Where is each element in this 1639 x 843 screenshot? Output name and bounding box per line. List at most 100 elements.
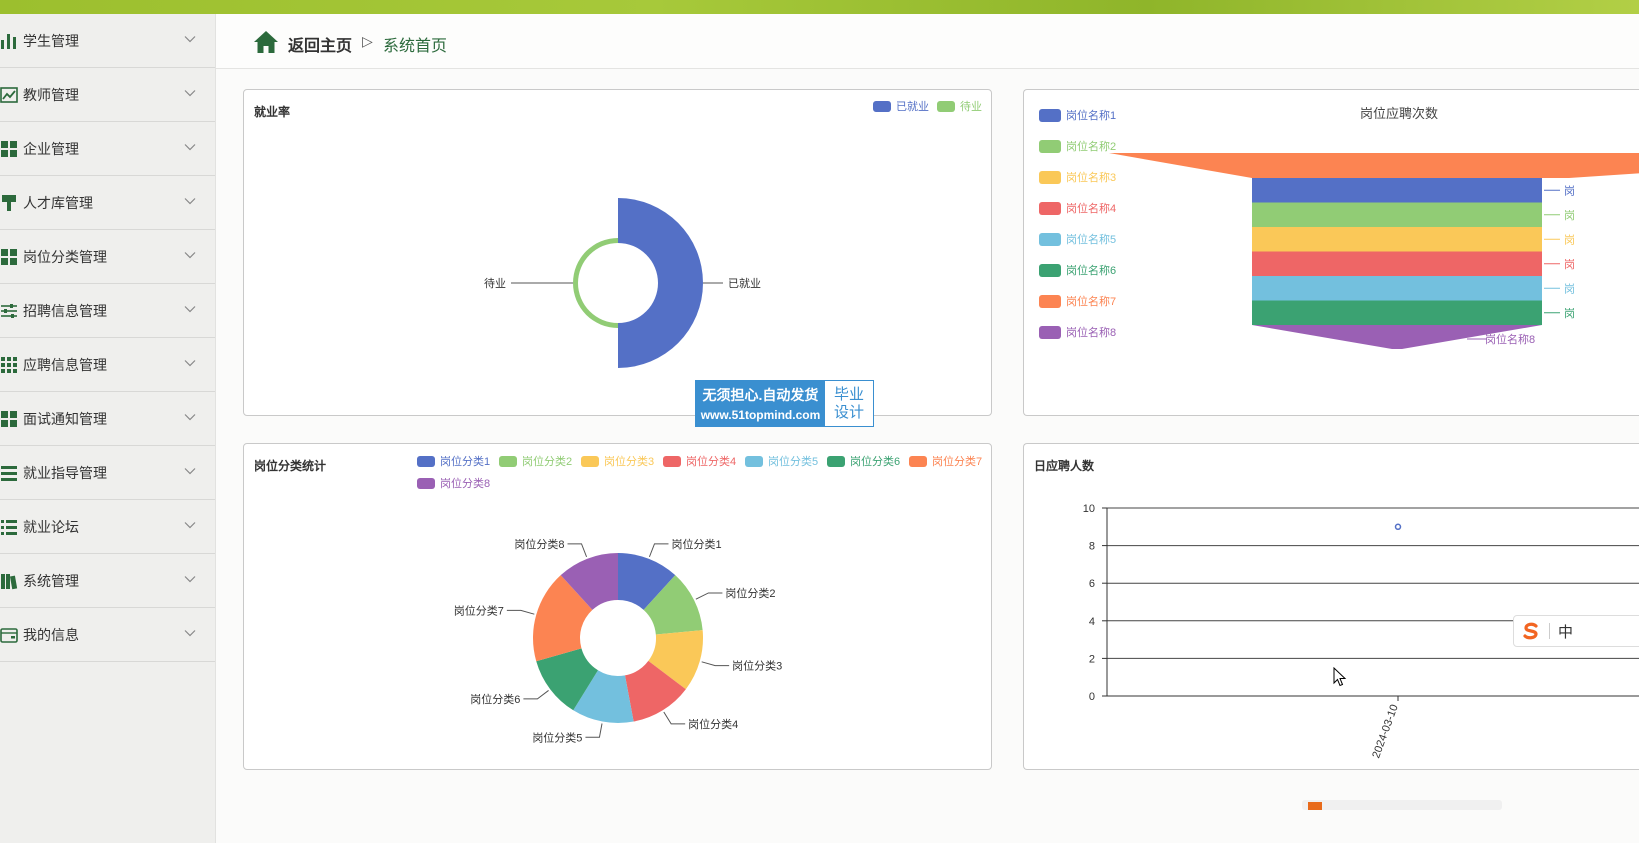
donut-label-1: 岗位分类2 [725,586,775,600]
chevron-down-icon[interactable] [183,626,197,640]
funnel-segment-5[interactable] [1252,300,1542,326]
daily-scatter-chart: 0 2 4 6 8 10 2024-03-10 [1083,503,1639,760]
funnel-segment-4[interactable] [1252,276,1542,301]
label-leader-line [648,543,669,558]
rose-label-1: 待业 [484,276,506,290]
sidebar-item-11[interactable]: 我的信息 [0,608,215,662]
sidebar-item-5[interactable]: 招聘信息管理 [0,284,215,338]
grid-icon [1,248,17,265]
donut-label-4: 岗位分类5 [532,730,582,744]
x-tick-label: 2024-03-10 [1370,703,1401,760]
top-banner [0,0,1639,14]
ime-toolbar[interactable]: 中 [1513,615,1639,647]
sidebar-item-1[interactable]: 教师管理 [0,68,215,122]
sidebar-item-4[interactable]: 岗位分类管理 [0,230,215,284]
chevron-down-icon[interactable] [183,194,197,208]
funnel-label-1: 岗 [1564,209,1575,222]
bottom-partial-bar [1302,800,1502,810]
rose-segment-1[interactable] [573,238,618,328]
watermark-badge: 无须担心.自动发货 www.51topmind.com 毕业 设计 [695,380,874,427]
y-tick-label: 4 [1089,616,1095,628]
apps-icon [1,356,17,373]
scatter-point-0[interactable] [1394,523,1402,531]
donut-label-5: 岗位分类6 [470,692,520,706]
chevron-down-icon[interactable] [183,356,197,370]
funnel-segment-6[interactable] [1109,153,1639,178]
grid-icon [1,410,17,427]
funnel-segment-3[interactable] [1252,251,1542,277]
watermark-line2: www.51topmind.com [700,408,821,422]
label-leader-line [523,690,549,700]
chevron-down-icon[interactable] [183,572,197,586]
funnel-label-4: 岗 [1564,282,1575,295]
label-leader-line [506,609,535,615]
funnel-segment-1[interactable] [1252,202,1542,228]
sidebar-item-3[interactable]: 人才库管理 [0,176,215,230]
donut-label-0: 岗位分类1 [671,537,721,551]
watermark-left: 无须担心.自动发货 www.51topmind.com [696,381,825,426]
sidebar-item-label: 应聘信息管理 [23,356,107,373]
chevron-down-icon[interactable] [183,140,197,154]
sidebar-item-8[interactable]: 就业指导管理 [0,446,215,500]
watermark-right: 毕业 设计 [825,381,873,426]
sidebar-item-10[interactable]: 系统管理 [0,554,215,608]
label-leader-line [567,543,588,558]
chevron-down-icon[interactable] [183,464,197,478]
watermark-right-line1: 毕业 [833,385,864,403]
sidebar-item-7[interactable]: 面试通知管理 [0,392,215,446]
sidebar-item-label: 招聘信息管理 [23,302,107,319]
sidebar-item-label: 岗位分类管理 [23,248,107,265]
sidebar-item-label: 系统管理 [23,572,79,589]
home-icon[interactable] [253,30,279,54]
sidebar-item-9[interactable]: 就业论坛 [0,500,215,554]
donut-label-6: 岗位分类7 [454,603,504,617]
funnel-segment-2[interactable] [1252,227,1542,252]
list-indent-icon [1,519,17,535]
bar-chart-icon [1,33,16,49]
funnel-label-7: 岗位名称8 [1485,332,1535,346]
home-link[interactable]: 返回主页 [288,32,352,56]
wallet-icon [0,627,18,643]
sidebar-item-label: 教师管理 [23,86,79,103]
y-tick-label: 0 [1089,691,1095,703]
daily-applicants-panel: 日应聘人数 0 2 4 6 8 10 2024-03-10 [1023,443,1639,770]
chevron-down-icon[interactable] [183,86,197,100]
books-icon [1,573,18,589]
funnel-label-2: 岗 [1564,233,1575,246]
sidebar-item-0[interactable]: 学生管理 [0,14,215,68]
chevron-down-icon[interactable] [183,32,197,46]
sidebar-item-6[interactable]: 应聘信息管理 [0,338,215,392]
sidebar-item-label: 面试通知管理 [23,410,107,427]
label-leader-line [663,711,686,725]
watermark-line1: 无须担心.自动发货 [702,387,819,403]
funnel-label-0: 岗 [1564,184,1575,197]
y-tick-label: 10 [1083,503,1095,515]
rose-segment-0[interactable] [618,198,703,368]
category-stats-panel: 岗位分类统计 岗位分类1 岗位分类2 岗位分类3 岗位分类4 岗位分类5 岗位分类6 岗位分… [243,443,992,770]
funnel-chart: 岗岗岗岗岗岗岗位名称8 [1109,153,1639,349]
sliders-icon [1,303,17,318]
breadcrumb: 返回主页 ▷ 系统首页 [216,14,1639,69]
watermark-right-line2: 设计 [833,403,864,421]
chevron-down-icon[interactable] [183,302,197,316]
breadcrumb-current: 系统首页 [383,38,448,55]
chevron-down-icon[interactable] [183,410,197,424]
sidebar-item-label: 学生管理 [23,32,79,49]
y-tick-label: 6 [1089,578,1095,590]
sidebar-item-2[interactable]: 企业管理 [0,122,215,176]
y-tick-label: 8 [1089,541,1095,553]
list-icon [1,465,17,481]
breadcrumb-separator: ▷ [362,33,373,49]
sidebar-item-label: 就业指导管理 [23,464,107,481]
funnel-label-5: 岗 [1564,307,1575,320]
ime-mode-label[interactable]: 中 [1558,621,1573,642]
applications-funnel-panel: 岗位应聘次数 岗位名称1 岗位名称2 岗位名称3 岗位名称4 岗位名称5 岗位名称6 岗位名… [1023,89,1639,416]
grid-icon [1,140,17,157]
ime-divider [1549,623,1550,639]
label-leader-line [701,661,730,667]
funnel-label-3: 岗 [1564,258,1575,271]
funnel-segment-0[interactable] [1252,178,1542,203]
chevron-down-icon[interactable] [183,518,197,532]
employment-rate-panel: 就业率 已就业 待业 已就业 待业 [243,89,992,416]
chevron-down-icon[interactable] [183,248,197,262]
